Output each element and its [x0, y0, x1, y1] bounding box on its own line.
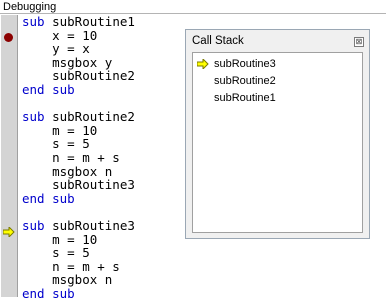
window-title: Debugging: [0, 0, 386, 14]
code-line[interactable]: subRoutine2: [22, 69, 135, 83]
code-line[interactable]: m = 10: [22, 123, 135, 138]
close-icon[interactable]: ⊠: [354, 37, 364, 47]
arrow-right-icon: [197, 59, 209, 69]
call-stack-frame[interactable]: subRoutine3: [214, 58, 276, 70]
code-line[interactable]: end sub: [22, 287, 135, 301]
code-line[interactable]: n = m + s: [22, 151, 135, 165]
code-keyword: end sub: [22, 190, 75, 206]
code-line[interactable]: subRoutine3: [22, 178, 135, 192]
call-stack-list[interactable]: subRoutine3 subRoutine2 subRoutine1: [192, 52, 363, 233]
call-stack-title: Call Stack: [192, 35, 244, 47]
code-line[interactable]: x = 10: [22, 28, 135, 43]
code-line[interactable]: s = 5: [22, 246, 135, 260]
code-line[interactable]: sub subRoutine1: [22, 15, 135, 29]
code-line[interactable]: [22, 205, 135, 219]
code-line[interactable]: y = x: [22, 42, 135, 56]
code-editor[interactable]: sub subRoutine1 x = 10 y = x msgbox y su…: [22, 15, 135, 300]
call-stack-frame[interactable]: subRoutine2: [214, 75, 276, 87]
code-line[interactable]: end sub: [22, 83, 135, 97]
breakpoint-icon[interactable]: [4, 33, 13, 42]
code-line[interactable]: end sub: [22, 190, 135, 206]
code-line[interactable]: msgbox y: [22, 55, 135, 70]
code-keyword: end sub: [22, 81, 75, 97]
code-line[interactable]: sub subRoutine2: [22, 110, 135, 124]
code-line[interactable]: m = 10: [22, 232, 135, 247]
execution-pointer-icon: [3, 227, 15, 237]
code-line[interactable]: [22, 97, 135, 111]
call-stack-window[interactable]: Call Stack ⊠ subRoutine3 subRoutine2 sub…: [185, 29, 370, 239]
code-line[interactable]: sub subRoutine3: [22, 219, 135, 233]
editor-gutter[interactable]: [1, 15, 18, 297]
call-stack-frame[interactable]: subRoutine1: [214, 92, 276, 104]
code-line[interactable]: s = 5: [22, 137, 135, 151]
code-keyword: end sub: [22, 285, 75, 301]
code-line[interactable]: msgbox n: [22, 273, 135, 287]
code-line[interactable]: n = m + s: [22, 259, 135, 274]
code-line[interactable]: msgbox n: [22, 164, 135, 179]
